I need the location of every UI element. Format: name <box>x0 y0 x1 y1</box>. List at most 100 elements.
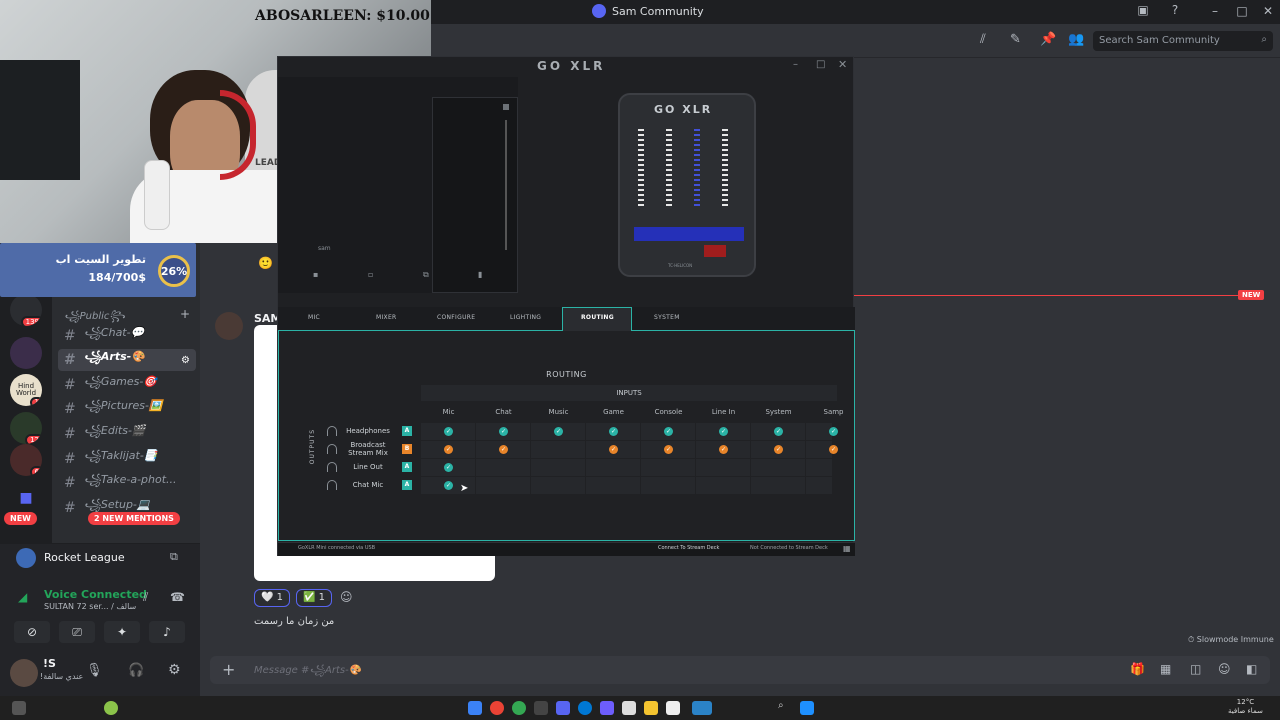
username[interactable]: !S <box>43 657 56 670</box>
server-icon[interactable]: 139 <box>10 294 42 326</box>
pin-icon[interactable]: 📌 <box>1040 32 1056 47</box>
channel-pictures[interactable]: # ꧁Pictures-🖼️ <box>58 398 196 420</box>
routing-cell[interactable] <box>476 459 530 476</box>
inbox-icon[interactable]: ▣ <box>1133 3 1153 17</box>
routing-cell[interactable] <box>531 477 585 494</box>
server-icon[interactable]: 6 <box>10 444 42 476</box>
server-icon[interactable] <box>10 337 42 369</box>
camera-off-button[interactable]: ⊘ <box>14 621 50 643</box>
channel-taklijat[interactable]: # ꧁Taklijat-📑 <box>58 448 196 470</box>
disconnect-icon[interactable]: ☎ <box>170 590 185 604</box>
threads-icon[interactable]: ⫽ <box>980 32 986 47</box>
route-enabled-check-icon[interactable]: ✓ <box>719 427 728 436</box>
gif-icon[interactable]: ▦ <box>1160 662 1171 676</box>
tab-system[interactable]: SYSTEM <box>654 314 680 321</box>
routing-cell[interactable] <box>531 441 585 458</box>
route-enabled-check-icon[interactable]: ✓ <box>664 427 673 436</box>
avatar[interactable] <box>215 312 243 340</box>
reaction-check[interactable]: ✅ 1 <box>296 589 333 607</box>
message-composer[interactable]: + Message #꧁Arts-🎨 🎁 ▦ ◫ ☺ ◧ <box>210 656 1270 684</box>
route-enabled-check-icon[interactable]: ✓ <box>829 427 838 436</box>
channel-edits[interactable]: # ꧁Edits-🎬 <box>58 423 196 445</box>
routing-cell[interactable] <box>641 477 695 494</box>
taskbar-app-icon[interactable] <box>534 701 548 715</box>
taskbar-explorer-icon[interactable] <box>644 701 658 715</box>
activities-button[interactable]: ✦ <box>104 621 140 643</box>
new-icon[interactable]: ▫ <box>368 270 373 279</box>
delete-icon[interactable]: ▮ <box>478 270 482 279</box>
tab-lighting[interactable]: LIGHTING <box>510 314 541 321</box>
tray-icon[interactable] <box>12 701 26 715</box>
route-enabled-check-icon[interactable]: ✓ <box>444 481 453 490</box>
goxlr-minimize-button[interactable]: – <box>793 59 798 70</box>
search-icon[interactable]: ⌕ <box>778 700 784 711</box>
route-enabled-check-icon[interactable]: ✓ <box>609 445 618 454</box>
emoji-icon[interactable]: ☺ <box>1218 662 1231 676</box>
add-reaction-icon[interactable]: ☺ <box>340 590 353 604</box>
taskbar-app-icon[interactable] <box>512 701 526 715</box>
stream-deck-connect-link[interactable]: Connect To Stream Deck <box>658 545 719 551</box>
help-icon[interactable]: ? <box>1165 3 1185 17</box>
taskbar-app-icon[interactable] <box>666 701 680 715</box>
minimize-button[interactable]: – <box>1205 4 1225 18</box>
routing-cell[interactable] <box>751 459 805 476</box>
taskbar-app-icon[interactable] <box>468 701 482 715</box>
route-enabled-check-icon[interactable]: ✓ <box>444 427 453 436</box>
folder-icon[interactable]: ■ <box>10 482 42 514</box>
routing-cell[interactable] <box>641 459 695 476</box>
message-input[interactable]: Message #꧁Arts-🎨 <box>254 663 361 683</box>
scrollbar[interactable] <box>505 120 507 250</box>
user-settings-gear-icon[interactable]: ⚙ <box>168 662 181 678</box>
route-enabled-check-icon[interactable]: ✓ <box>554 427 563 436</box>
goxlr-maximize-button[interactable]: □ <box>816 59 825 70</box>
member-list-icon[interactable]: 👥 <box>1068 32 1084 47</box>
server-icon[interactable]: 12 <box>10 412 42 444</box>
share-screen-icon[interactable]: ⧉ <box>170 550 178 564</box>
server-icon-hind-world[interactable]: Hind World 1 <box>10 374 42 406</box>
channel-games[interactable]: # ꧁Games-🎯 <box>58 374 196 396</box>
add-channel-icon[interactable]: + <box>180 307 190 321</box>
headphones-icon[interactable]: 🎧 <box>128 663 144 678</box>
routing-cell[interactable] <box>696 477 750 494</box>
taskbar-app-icon[interactable] <box>622 701 636 715</box>
voice-channel-name[interactable]: SULTAN 72 ser... / سالف <box>44 602 136 611</box>
route-enabled-check-icon[interactable]: ✓ <box>499 427 508 436</box>
taskbar-app-icon[interactable] <box>490 701 504 715</box>
new-mentions-pill[interactable]: 2 NEW MENTIONS <box>88 512 180 525</box>
save-icon[interactable]: ▪ <box>313 270 318 279</box>
routing-cell[interactable] <box>476 477 530 494</box>
route-enabled-check-icon[interactable]: ✓ <box>719 445 728 454</box>
tab-routing[interactable]: ROUTING <box>581 314 614 321</box>
routing-cell[interactable] <box>751 477 805 494</box>
channel-arts[interactable]: # ꧁Arts-🎨 ⚙ <box>58 349 196 371</box>
reaction-heart[interactable]: 🤍 1 <box>254 589 291 607</box>
notifications-icon[interactable]: ✎ <box>1010 32 1021 47</box>
goxlr-close-button[interactable]: ✕ <box>838 58 847 71</box>
close-button[interactable]: ✕ <box>1258 4 1278 18</box>
routing-cell[interactable] <box>806 459 832 476</box>
taskbar-discord-icon[interactable] <box>556 701 570 715</box>
tab-mixer[interactable]: MIXER <box>376 314 397 321</box>
routing-cell[interactable] <box>531 459 585 476</box>
copy-icon[interactable]: ⧉ <box>423 270 429 280</box>
taskbar-edge-icon[interactable] <box>578 701 592 715</box>
route-enabled-check-icon[interactable]: ✓ <box>774 445 783 454</box>
channel-take-a-photo[interactable]: # ꧁Take-a-phot... <box>58 472 196 494</box>
noise-suppression-icon[interactable]: ⫽ <box>143 590 148 605</box>
search-input[interactable]: Search Sam Community ⌕ <box>1093 31 1273 51</box>
route-enabled-check-icon[interactable]: ✓ <box>664 445 673 454</box>
new-unread-pill[interactable]: NEW <box>4 512 37 525</box>
route-enabled-check-icon[interactable]: ✓ <box>774 427 783 436</box>
submix-tag[interactable]: A <box>402 480 412 490</box>
submix-tag[interactable]: B <box>402 444 412 454</box>
grid-icon[interactable]: ▦ <box>843 544 851 553</box>
maximize-button[interactable]: □ <box>1232 4 1252 18</box>
attach-plus-icon[interactable]: + <box>222 660 235 679</box>
tab-configure[interactable]: CONFIGURE <box>437 314 475 321</box>
route-enabled-check-icon[interactable]: ✓ <box>444 445 453 454</box>
taskbar-app-icon[interactable] <box>600 701 614 715</box>
route-enabled-check-icon[interactable]: ✓ <box>444 463 453 472</box>
route-enabled-check-icon[interactable]: ✓ <box>829 445 838 454</box>
taskbar-app-icon[interactable] <box>800 701 814 715</box>
routing-cell[interactable] <box>586 477 640 494</box>
